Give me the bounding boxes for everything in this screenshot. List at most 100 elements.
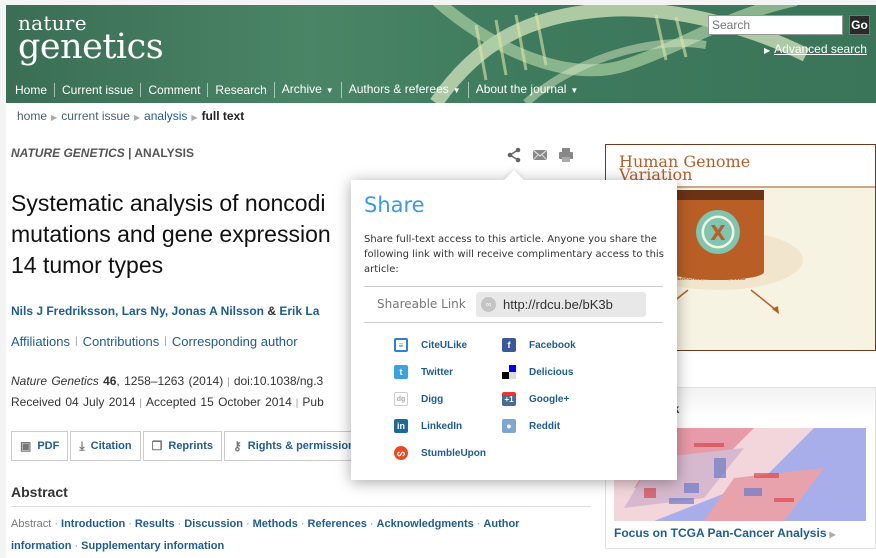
share-facebook[interactable]: f Facebook [502,338,610,352]
arrow-right-icon: ▶ [764,46,771,55]
button-label: Citation [90,440,132,452]
nav-label: About the journal [475,82,567,96]
section-link[interactable]: Methods [253,518,298,530]
share-google-plus[interactable]: +1 Google+ [502,392,610,406]
breadcrumb: home ▶ current issue ▶ analysis ▶ full text [17,109,244,123]
ampersand: & [267,304,277,318]
section-link[interactable]: Supplementary information [81,540,224,552]
citation-volume: 46 [103,374,117,388]
dot-separator: · [54,518,59,530]
share-icon[interactable] [506,147,522,163]
advanced-search-link[interactable]: Advanced search [774,42,867,56]
nav-archive[interactable]: Archive ▼ [273,82,341,98]
author-list: Nils J Fredriksson, Lars Ny, Jonas A Nil… [11,304,320,318]
affiliations-link[interactable]: Affiliations [11,334,70,349]
share-label: Facebook [529,339,576,351]
breadcrumb-separator-icon: ▶ [133,113,141,122]
share-citeulike[interactable]: ≡ CiteULike [394,338,502,352]
citation-button[interactable]: ⤓ Citation [70,431,141,461]
divider: | [75,336,78,347]
main-nav: Home Current issue Comment Research Arch… [6,81,585,99]
share-stumbleupon[interactable]: ᔕ StumbleUpon [394,446,502,460]
section-link[interactable]: References [308,518,367,530]
corresponding-author-link[interactable]: Corresponding author [172,334,298,349]
dot-separator: · [300,518,305,530]
share-title: Share [364,193,425,217]
received-date: Received 04 July 2014 [11,395,136,409]
focus-link-text: Focus on TCGA Pan-Cancer Analysis [614,526,827,540]
shareable-link-label: Shareable Link [377,297,466,311]
link-icon: ∞ [481,297,496,312]
journal-name: NATURE GENETICS [11,146,125,160]
share-label: CiteULike [421,339,468,351]
breadcrumb-separator-icon: ▶ [191,113,198,122]
share-twitter[interactable]: t Twitter [394,365,502,379]
article-tools [506,147,574,163]
print-icon[interactable] [558,147,574,163]
breadcrumb-current-issue[interactable]: current issue [61,109,130,123]
author-info-links: Affiliations | Contributions | Corresponding… [11,334,298,349]
divider: | [227,377,230,388]
contributions-link[interactable]: Contributions [83,334,160,349]
breadcrumb-analysis[interactable]: analysis [144,109,187,123]
article-actions: ▣ PDF ⤓ Citation ❐ Reprints ⚷ Rights & permi… [11,431,364,461]
nav-about-journal[interactable]: About the journal ▼ [467,82,586,98]
reprints-button[interactable]: ❐ Reprints [142,431,222,461]
shareable-link-value: http://rdcu.be/bK3b [503,297,613,312]
section-current: Abstract [11,518,52,530]
share-reddit[interactable]: ● Reddit [502,419,610,433]
journal-logo[interactable]: nature genetics [18,13,164,65]
share-popup: Share Share full-text access to this art… [351,170,677,480]
copies-icon: ❐ [151,439,163,453]
facebook-icon: f [502,338,516,352]
twitter-icon: t [394,365,408,379]
doi: doi:10.1038/ng.3 [233,374,324,388]
nav-current-issue[interactable]: Current issue [54,83,140,97]
nav-label: Authors & referees [348,82,449,96]
go-button[interactable]: Go [849,15,870,35]
nav-authors-referees[interactable]: Authors & referees ▼ [340,82,468,98]
citation-pages: 1258–1263 [124,374,185,388]
section-link[interactable]: Results [135,518,175,530]
share-services: ≡ CiteULike f Facebook t Twitter Delicious … [394,338,610,460]
dates-line: Received 04 July 2014 | Accepted 15 Octobe… [11,395,324,409]
key-icon: ⚷ [233,439,242,453]
search-input[interactable] [708,15,843,35]
pdf-button[interactable]: ▣ PDF [11,431,69,461]
ad-caption: SEARCHED, FILTERED, USED [674,276,746,282]
focus-link[interactable]: Focus on TCGA Pan-Cancer Analysis ▶ [614,526,836,540]
breadcrumb-home[interactable]: home [17,109,47,123]
shareable-link-field[interactable]: ∞ http://rdcu.be/bK3b [476,292,646,317]
email-icon[interactable] [532,147,548,163]
article-type-label: NATURE GENETICS | ANALYSIS [11,146,194,160]
divider: | [295,398,299,409]
section-link[interactable]: Discussion [184,518,243,530]
author-link[interactable]: Erik La [279,304,319,318]
dot-separator: · [245,518,250,530]
rights-permissions-button[interactable]: ⚷ Rights & permission [224,431,364,461]
section-link[interactable]: Acknowledgments [377,518,474,530]
author-link[interactable]: Nils J Fredriksson [11,304,115,318]
dot-separator: · [476,518,481,530]
divider: | [139,398,143,409]
share-label: Reddit [529,420,561,432]
nav-home[interactable]: Home [6,83,54,97]
nav-research[interactable]: Research [207,83,273,97]
dot-separator: · [128,518,132,530]
share-linkedin[interactable]: in LinkedIn [394,419,502,433]
author-link[interactable]: Lars Ny [122,304,165,318]
nav-comment[interactable]: Comment [140,83,207,97]
share-delicious[interactable]: Delicious [502,365,610,379]
nav-label: Archive [281,82,322,96]
share-label: Delicious [529,366,574,378]
dot-separator: · [369,518,374,530]
author-link[interactable]: Jonas A Nilsson [172,304,264,318]
caret-down-icon: ▼ [570,86,579,95]
google-plus-icon: +1 [502,392,516,406]
share-digg[interactable]: dg Digg [394,392,502,406]
breadcrumb-full-text: full text [201,109,245,123]
accepted-date: Accepted 15 October 2014 [146,395,292,409]
section-link[interactable]: Introduction [61,518,125,530]
share-label: Twitter [421,366,454,378]
dot-separator: · [74,540,79,552]
